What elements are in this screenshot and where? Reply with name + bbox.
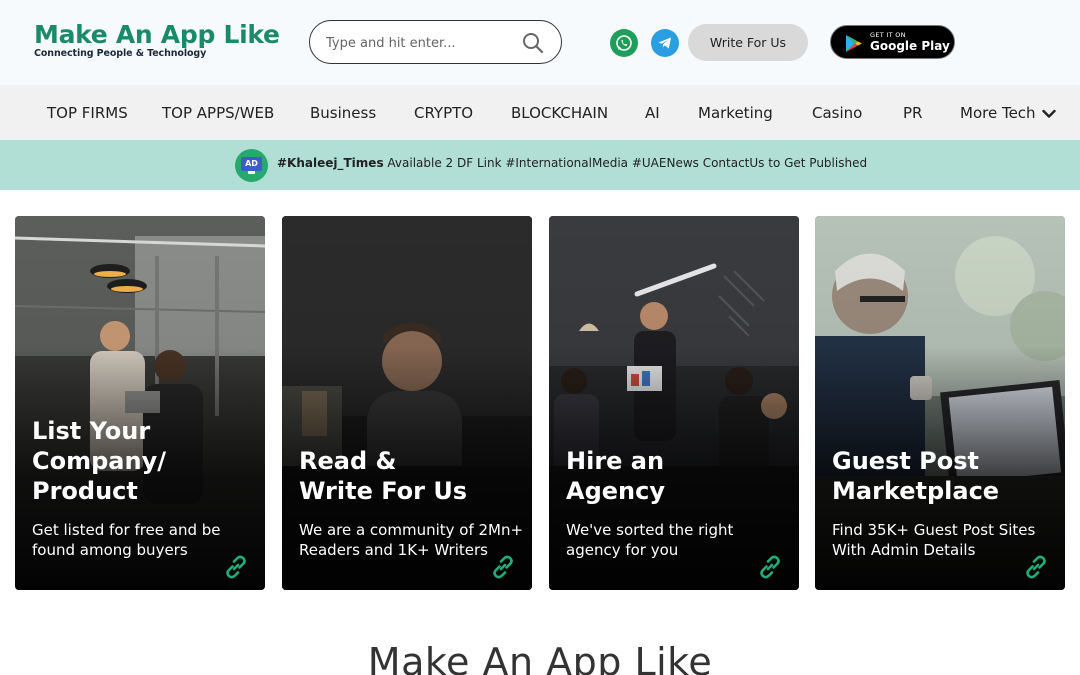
card-title: List Your Company/ Product	[32, 417, 166, 505]
google-play-big-text: Google Play	[870, 39, 950, 53]
section-title: Make An App Like	[367, 640, 713, 675]
card-title: Read & Write For Us	[299, 447, 468, 505]
telegram-icon[interactable]	[651, 29, 679, 57]
nav-item-ai[interactable]: AI	[645, 85, 660, 140]
write-for-us-button[interactable]: Write For Us	[688, 24, 808, 61]
nav-item-blockchain[interactable]: BLOCKCHAIN	[511, 85, 608, 140]
whatsapp-icon[interactable]	[610, 29, 638, 57]
search-icon[interactable]	[521, 31, 545, 55]
card-list-company[interactable]: List Your Company/ Product Get listed fo…	[15, 216, 265, 590]
ad-message: Available 2 DF Link #InternationalMedia …	[383, 156, 868, 170]
card-hire-agency[interactable]: Hire an Agency We've sorted the right ag…	[549, 216, 799, 590]
ad-icon-stand	[248, 171, 255, 174]
ad-text[interactable]: #Khaleej_Times Available 2 DF Link #Inte…	[277, 156, 867, 170]
nav-item-casino[interactable]: Casino	[812, 85, 862, 140]
google-play-small-text: GET IT ON	[870, 31, 906, 39]
site-header: Make An App Like Connecting People & Tec…	[0, 0, 1080, 85]
link-icon[interactable]	[757, 554, 783, 580]
nav-item-marketing[interactable]: Marketing	[698, 85, 773, 140]
chevron-down-icon	[1041, 109, 1056, 118]
search-box	[309, 20, 562, 64]
nav-item-pr[interactable]: PR	[903, 85, 922, 140]
nav-item-business[interactable]: Business	[310, 85, 376, 140]
card-title: Guest Post Marketplace	[832, 447, 1000, 505]
ad-badge-label: AD	[241, 157, 262, 171]
main-nav: TOP FIRMS TOP APPS/WEB Business CRYPTO B…	[0, 85, 1080, 140]
google-play-icon	[846, 35, 862, 52]
card-write-for-us[interactable]: Read & Write For Us We are a community o…	[282, 216, 532, 590]
site-logo[interactable]: Make An App Like Connecting People & Tec…	[34, 20, 280, 59]
ad-hashtag: #Khaleej_Times	[277, 156, 384, 170]
nav-item-more-tech-label: More Tech	[960, 104, 1036, 122]
nav-item-top-firms[interactable]: TOP FIRMS	[47, 85, 128, 140]
link-icon[interactable]	[223, 554, 249, 580]
nav-item-more-tech[interactable]: More Tech	[960, 85, 1056, 140]
card-guest-post-marketplace[interactable]: Guest Post Marketplace Find 35K+ Guest P…	[815, 216, 1065, 590]
link-icon[interactable]	[490, 554, 516, 580]
google-play-badge[interactable]: GET IT ON Google Play	[830, 25, 955, 59]
nav-item-crypto[interactable]: CRYPTO	[414, 85, 473, 140]
card-title: Hire an Agency	[566, 447, 665, 505]
search-input[interactable]	[326, 32, 516, 54]
ad-icon: AD	[235, 149, 268, 182]
logo-title: Make An App Like	[34, 20, 280, 49]
nav-item-top-apps-web[interactable]: TOP APPS/WEB	[162, 85, 274, 140]
link-icon[interactable]	[1023, 554, 1049, 580]
